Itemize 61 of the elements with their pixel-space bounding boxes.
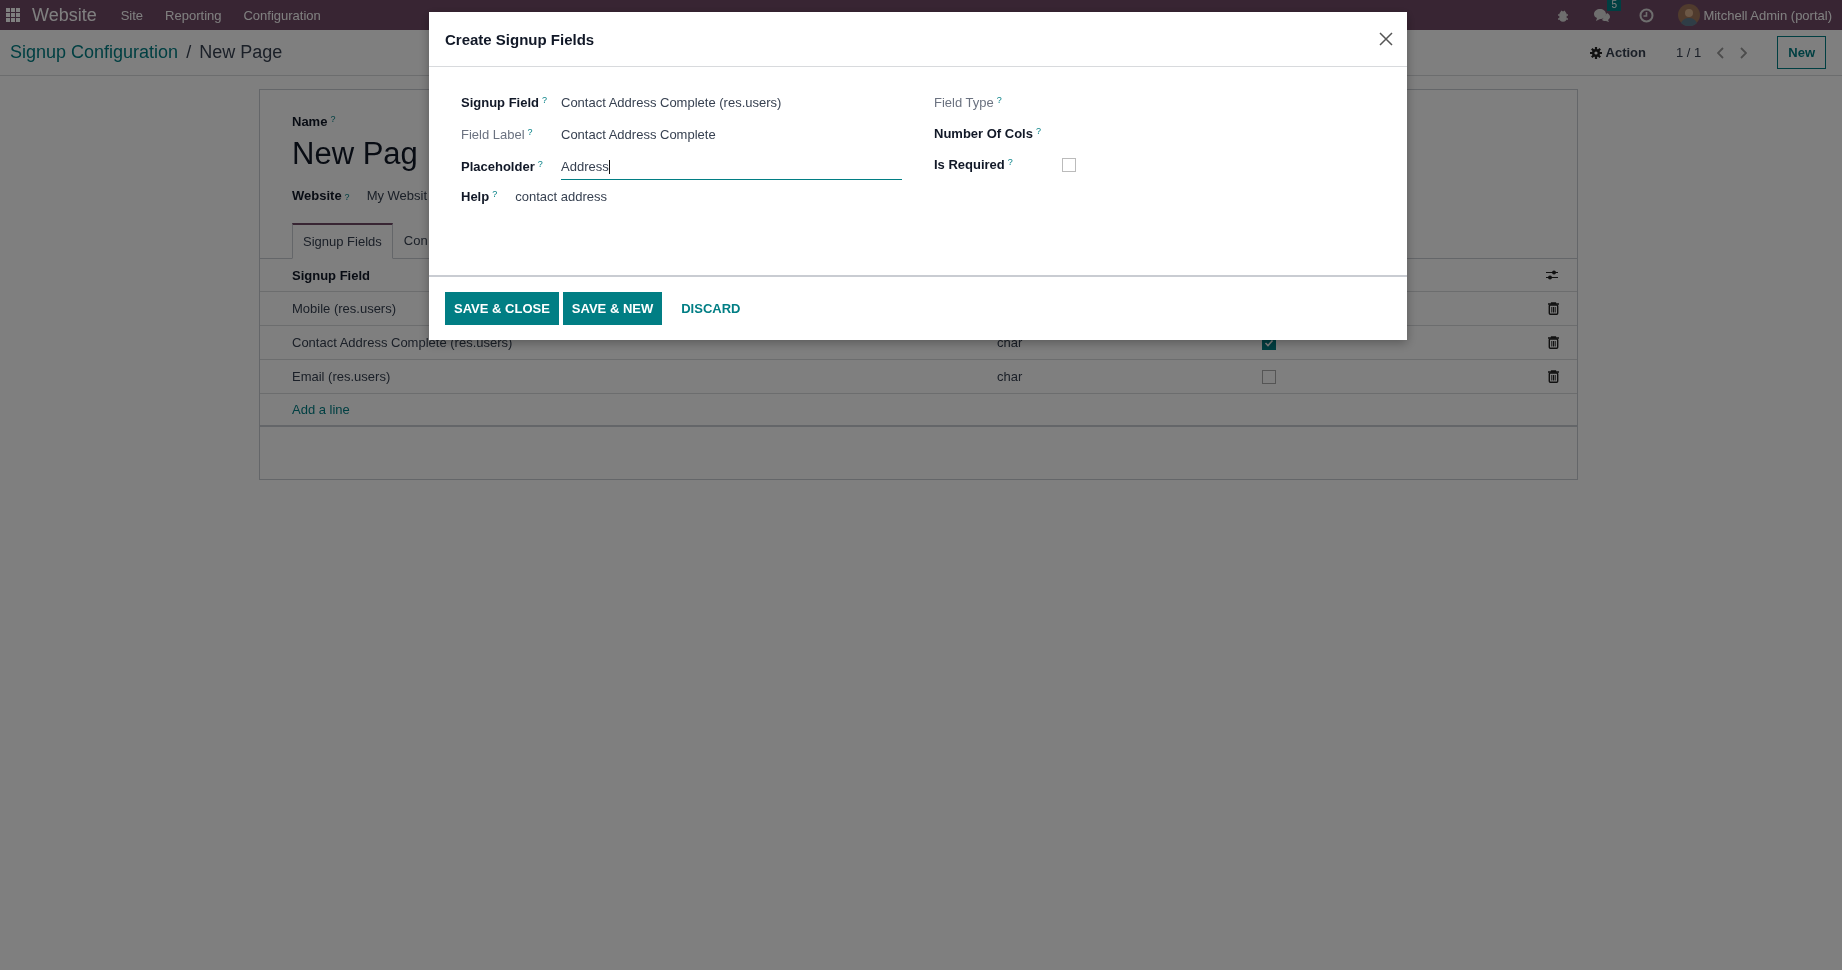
user-name[interactable]: Mitchell Admin (portal) <box>1703 7 1832 23</box>
chat-icon[interactable] <box>1593 7 1612 23</box>
close-icon[interactable] <box>1379 32 1393 46</box>
checkbox[interactable] <box>1062 157 1076 172</box>
trash-icon[interactable] <box>1548 370 1559 383</box>
help-tooltip[interactable]: ? <box>1035 126 1041 141</box>
dialog-title: Create Signup Fields <box>445 30 595 48</box>
field-label: Signup Field <box>461 95 539 110</box>
field-label: Name <box>292 114 328 129</box>
clock-icon[interactable] <box>1639 7 1655 23</box>
settings-icon[interactable] <box>1545 270 1559 280</box>
table-cell: char <box>997 369 1023 384</box>
next-icon[interactable] <box>1739 46 1748 59</box>
column-header[interactable]: Signup Field <box>292 267 370 283</box>
input-field[interactable]: Address <box>561 159 902 180</box>
field-label: Is Required <box>934 157 1005 172</box>
help-tooltip[interactable]: ? <box>527 127 533 142</box>
breadcrumb-current: New Page <box>199 42 283 63</box>
table-cell: Contact Address Complete (res.users) <box>292 335 513 350</box>
apps-menu-icon[interactable] <box>6 8 20 22</box>
field-value[interactable]: contact address <box>515 189 607 204</box>
nav-menu-item[interactable]: Site <box>120 7 144 23</box>
field-value[interactable]: My Websit <box>366 188 428 203</box>
save-button[interactable]: SAVE & CLOSE <box>445 292 559 325</box>
trash-icon[interactable] <box>1548 336 1559 349</box>
field-value[interactable]: Contact Address Complete (res.users) <box>561 95 782 110</box>
table-cell: Mobile (res.users) <box>292 301 397 316</box>
action-menu[interactable]: Action <box>1589 45 1646 60</box>
field-value[interactable]: Contact Address Complete <box>561 127 716 142</box>
help-tooltip[interactable]: ? <box>542 95 547 110</box>
message-count-badge: 5 <box>1607 0 1621 11</box>
help-tooltip[interactable]: ? <box>344 192 350 202</box>
trash-icon[interactable] <box>1548 302 1559 315</box>
field-label: Number Of Cols <box>934 126 1033 141</box>
field-label: Field Type <box>934 95 994 110</box>
help-tooltip[interactable]: ? <box>537 159 543 174</box>
previous-icon[interactable] <box>1717 46 1726 59</box>
new-button[interactable]: New <box>1777 36 1826 69</box>
app-name[interactable]: Website <box>32 4 97 26</box>
field-label: Help <box>461 189 490 204</box>
breadcrumb-link[interactable]: Signup Configuration <box>10 42 179 63</box>
help-tooltip[interactable]: ? <box>1007 157 1013 172</box>
nav-menu-item[interactable]: Reporting <box>165 7 222 23</box>
breadcrumb-separator: / <box>186 42 192 63</box>
field-label: Field Label <box>461 127 525 142</box>
table-cell: Email (res.users) <box>292 369 391 384</box>
discard-button[interactable]: DISCARD <box>672 292 750 325</box>
field-label: Placeholder <box>461 159 535 174</box>
tab[interactable]: Signup Fields <box>292 223 393 259</box>
help-tooltip[interactable]: ? <box>492 189 498 204</box>
nav-menu-item[interactable]: Configuration <box>243 7 321 23</box>
field-label: Website <box>292 188 342 203</box>
checkbox[interactable] <box>1262 369 1276 384</box>
help-tooltip[interactable]: ? <box>996 95 1002 110</box>
gear-icon <box>1589 46 1602 59</box>
add-line-link[interactable]: Add a line <box>292 402 350 417</box>
save-button[interactable]: SAVE & NEW <box>562 292 663 325</box>
bug-icon[interactable] <box>1557 8 1570 22</box>
pager-counter: 1 / 1 <box>1675 45 1702 60</box>
avatar-icon <box>1678 4 1701 26</box>
help-tooltip[interactable]: ? <box>330 114 336 129</box>
